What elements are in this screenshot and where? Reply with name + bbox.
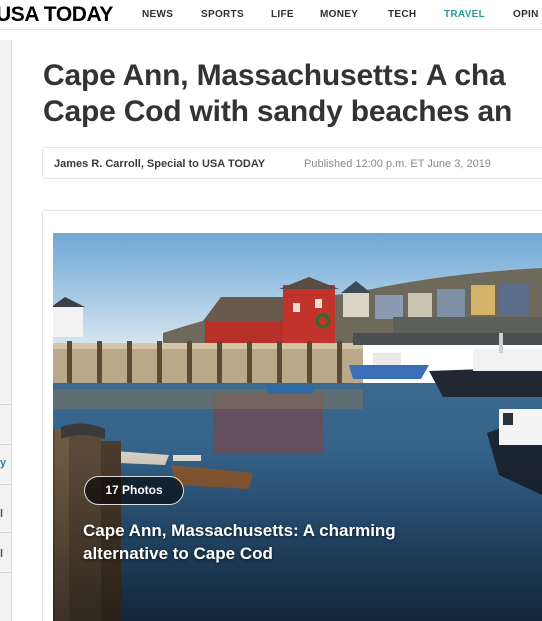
rail-divider — [0, 532, 12, 533]
headline-line: Cape Cod with sandy beaches an — [43, 95, 513, 128]
photo-count-button[interactable]: 17 Photos — [84, 476, 184, 505]
nav-item-opinion[interactable]: OPIN — [513, 9, 539, 20]
rail-share-button[interactable]: l — [0, 548, 3, 560]
left-share-rail: y l l — [0, 40, 12, 621]
nav-item-life[interactable]: LIFE — [271, 9, 294, 20]
rail-share-button[interactable]: y — [0, 457, 6, 469]
author-name[interactable]: James R. Carroll, Special to USA TODAY — [54, 158, 265, 170]
publish-date: Published 12:00 p.m. ET June 3, 2019 — [304, 158, 491, 170]
nav-item-money[interactable]: MONEY — [320, 9, 358, 20]
article-headline: Cape Ann, Massachusetts: A cha Cape Cod … — [43, 58, 542, 130]
rail-divider — [0, 444, 12, 445]
nav-item-tech[interactable]: TECH — [388, 9, 416, 20]
headline-line: Cape Ann, Massachusetts: A cha — [43, 59, 506, 92]
rail-divider — [0, 484, 12, 485]
site-logo[interactable]: USA TODAY — [0, 3, 113, 27]
rail-divider — [0, 572, 12, 573]
rail-share-button[interactable]: l — [0, 508, 3, 520]
gallery-caption[interactable]: Cape Ann, Massachusetts: A charming alte… — [83, 519, 483, 565]
rail-divider — [0, 404, 12, 405]
nav-item-news[interactable]: NEWS — [142, 9, 173, 20]
article-byline: James R. Carroll, Special to USA TODAY P… — [42, 147, 542, 179]
nav-item-travel[interactable]: TRAVEL — [444, 9, 485, 20]
top-navigation: USA TODAY NEWS SPORTS LIFE MONEY TECH TR… — [0, 0, 542, 30]
nav-item-sports[interactable]: SPORTS — [201, 9, 244, 20]
